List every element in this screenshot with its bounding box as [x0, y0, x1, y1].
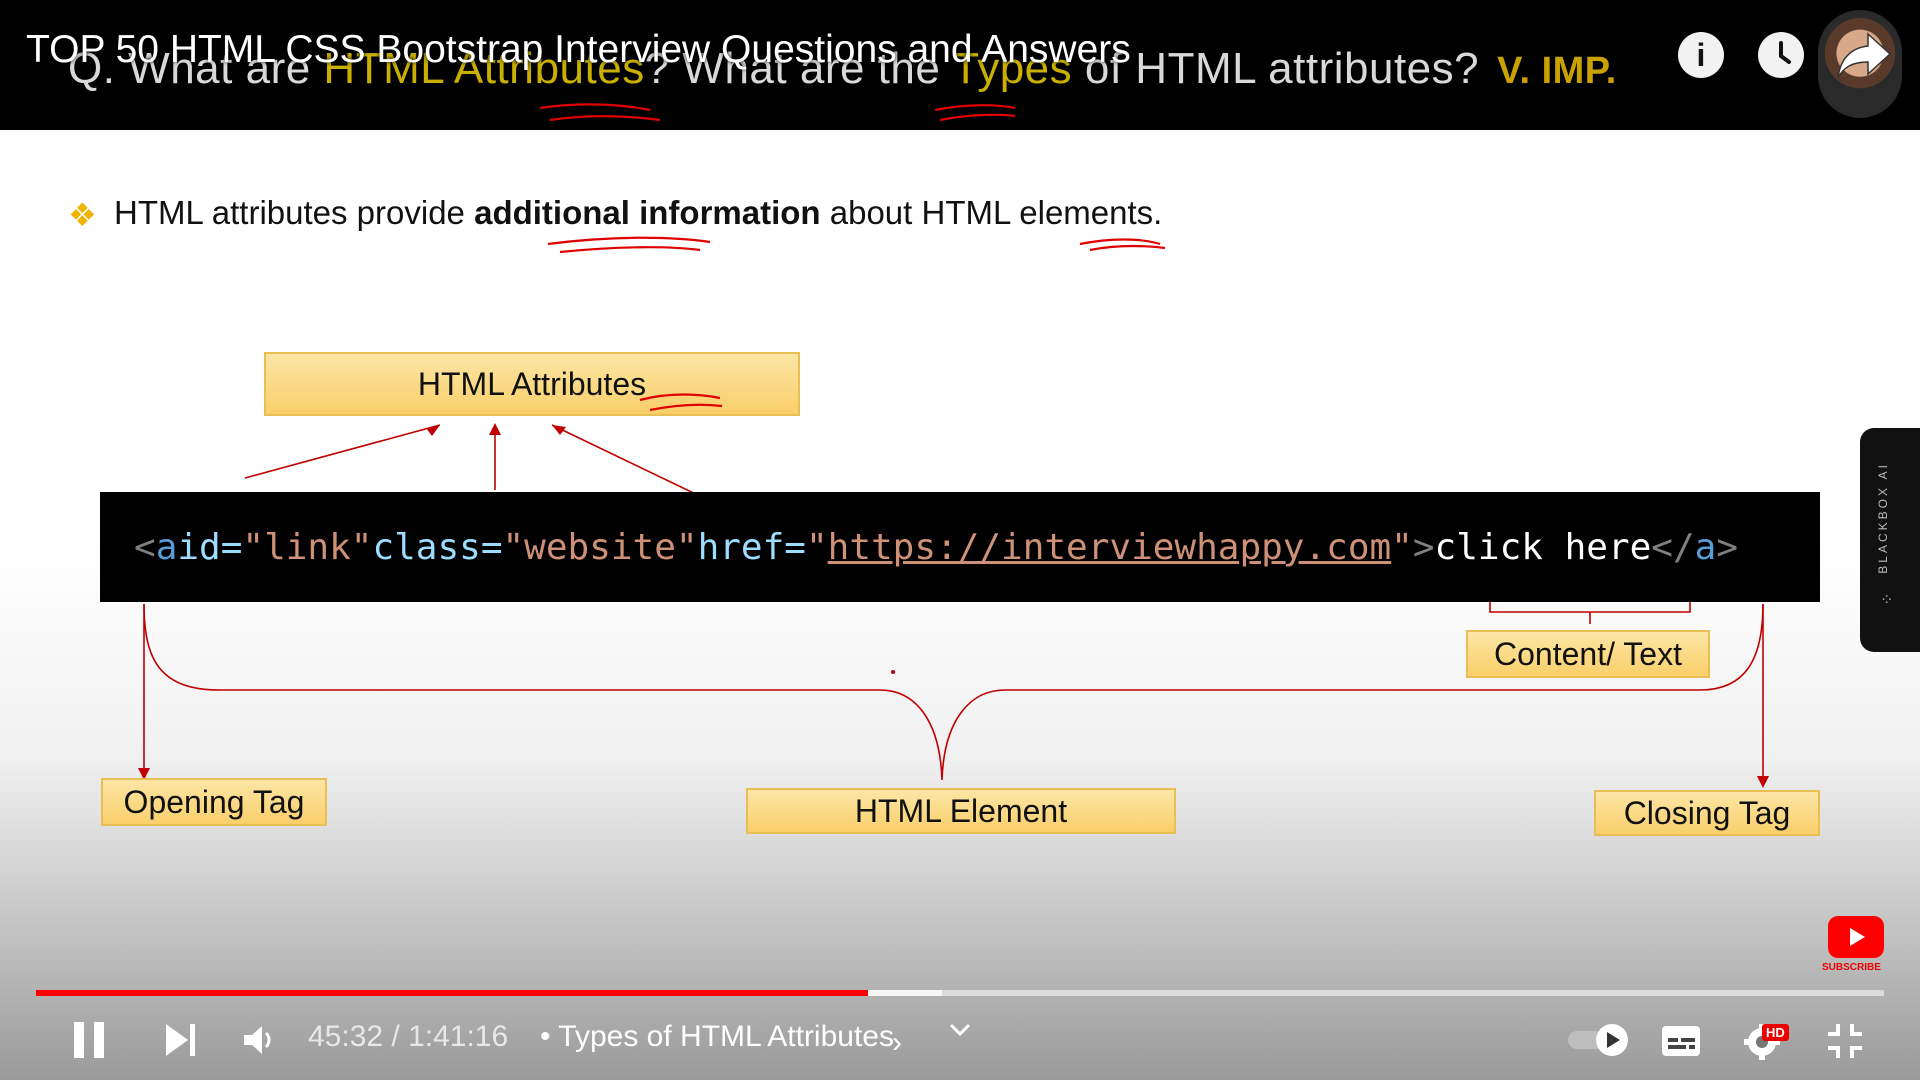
html-element-label: HTML Element: [746, 788, 1176, 834]
progress-played: [36, 990, 868, 996]
code-quote-close: ": [1391, 526, 1413, 568]
code-tag-name: a: [155, 526, 178, 568]
chevron-down-icon[interactable]: [948, 1020, 972, 1045]
code-attr-class: class=: [372, 526, 503, 568]
code-closing-open-bracket: </: [1651, 526, 1695, 568]
subscribe-label[interactable]: SUBSCRIBE: [1822, 962, 1881, 973]
code-url: https://interviewhappy.com: [827, 526, 1392, 568]
blackbox-ai-tab[interactable]: [1860, 428, 1920, 652]
next-icon[interactable]: [164, 1022, 198, 1063]
code-attr-href: href=: [697, 526, 806, 568]
captions-icon[interactable]: [1660, 1024, 1702, 1063]
time-display: 45:32 / 1:41:16: [308, 1020, 509, 1053]
code-snippet: < a id= "link" class= "website" href= " https…: [100, 492, 1820, 602]
subscribe-youtube-icon[interactable]: [1828, 916, 1884, 958]
chapter-title[interactable]: • Types of HTML Attributes: [540, 1020, 894, 1054]
code-closing-close-bracket: >: [1716, 526, 1739, 568]
progress-bar[interactable]: [36, 990, 1884, 996]
code-value-class: "website": [502, 526, 698, 568]
volume-icon[interactable]: [242, 1024, 276, 1061]
code-quote-open: ": [805, 526, 828, 568]
hd-badge: HD: [1762, 1024, 1789, 1041]
code-close-bracket: >: [1412, 526, 1435, 568]
autoplay-toggle-icon[interactable]: [1566, 1022, 1630, 1063]
code-value-id: "link": [242, 526, 373, 568]
code-open-bracket: <: [134, 526, 156, 568]
chevron-right-icon[interactable]: ›: [892, 1026, 902, 1060]
pause-icon[interactable]: [72, 1020, 106, 1065]
exit-fullscreen-icon[interactable]: [1826, 1022, 1864, 1065]
blackbox-dots-icon: ⁘: [1880, 592, 1894, 609]
blackbox-ai-label: BLACKBOX AI: [1876, 462, 1890, 574]
opening-tag-label: Opening Tag: [101, 778, 327, 826]
closing-tag-label: Closing Tag: [1594, 790, 1820, 836]
code-content-text: click here: [1434, 526, 1652, 568]
code-closing-tag-name: a: [1694, 526, 1717, 568]
content-text-label: Content/ Text: [1466, 630, 1710, 678]
code-attr-id: id=: [177, 526, 243, 568]
